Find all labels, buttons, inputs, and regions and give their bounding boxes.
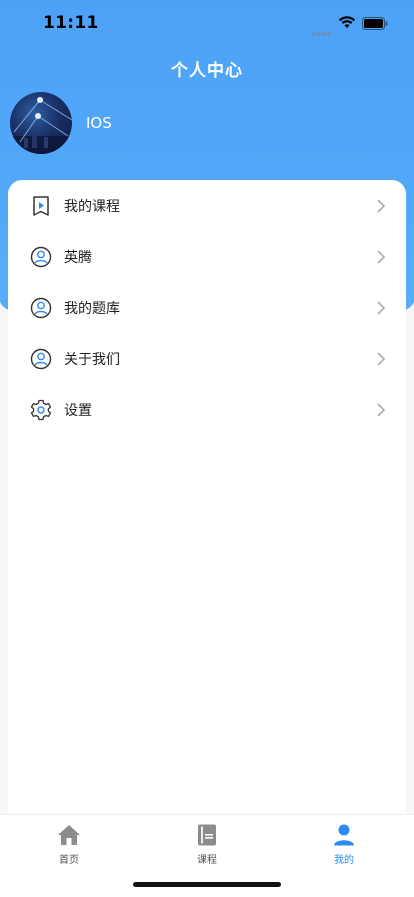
tab-label: 我的 (334, 855, 354, 866)
chevron-right-icon (376, 249, 386, 264)
avatar[interactable] (10, 92, 72, 154)
menu-item-label: 关于我们 (64, 351, 120, 368)
battery-icon (362, 15, 388, 30)
menu-item-label: 设置 (64, 402, 92, 419)
course-play-icon (30, 195, 52, 217)
menu-item-my-courses[interactable]: 我的课程 (8, 180, 406, 231)
tab-label: 课程 (197, 855, 217, 866)
home-indicator (133, 882, 281, 887)
chevron-right-icon (376, 300, 386, 315)
chevron-right-icon (376, 198, 386, 213)
menu-card: 我的课程 英腾 我的题库 关于我们 设置 (8, 180, 406, 830)
menu-item-settings[interactable]: 设置 (8, 384, 406, 435)
home-icon (58, 825, 80, 845)
status-time: 11:11 (43, 13, 99, 33)
menu-item-label: 我的课程 (64, 198, 120, 215)
menu-item-label: 英腾 (64, 249, 92, 266)
user-circle-icon (30, 297, 52, 319)
status-bar: 11:11 (0, 0, 414, 46)
menu-item-yingteng[interactable]: 英腾 (8, 231, 406, 282)
tab-courses[interactable]: 课程 (167, 823, 247, 866)
user-circle-icon (30, 246, 52, 268)
chevron-right-icon (376, 402, 386, 417)
tab-mine[interactable]: 我的 (304, 823, 384, 866)
menu-item-question-bank[interactable]: 我的题库 (8, 282, 406, 333)
user-circle-icon (30, 348, 52, 370)
chevron-right-icon (376, 351, 386, 366)
book-icon (198, 824, 216, 846)
wifi-icon (338, 14, 356, 28)
menu-item-about-us[interactable]: 关于我们 (8, 333, 406, 384)
page-title: 个人中心 (171, 61, 243, 81)
gear-icon (30, 399, 52, 421)
username[interactable]: IOS (86, 114, 112, 132)
menu-item-label: 我的题库 (64, 300, 120, 317)
person-icon (334, 824, 354, 846)
tab-label: 首页 (59, 855, 79, 866)
tab-home[interactable]: 首页 (29, 823, 109, 866)
signal-dots-icon (312, 21, 334, 36)
